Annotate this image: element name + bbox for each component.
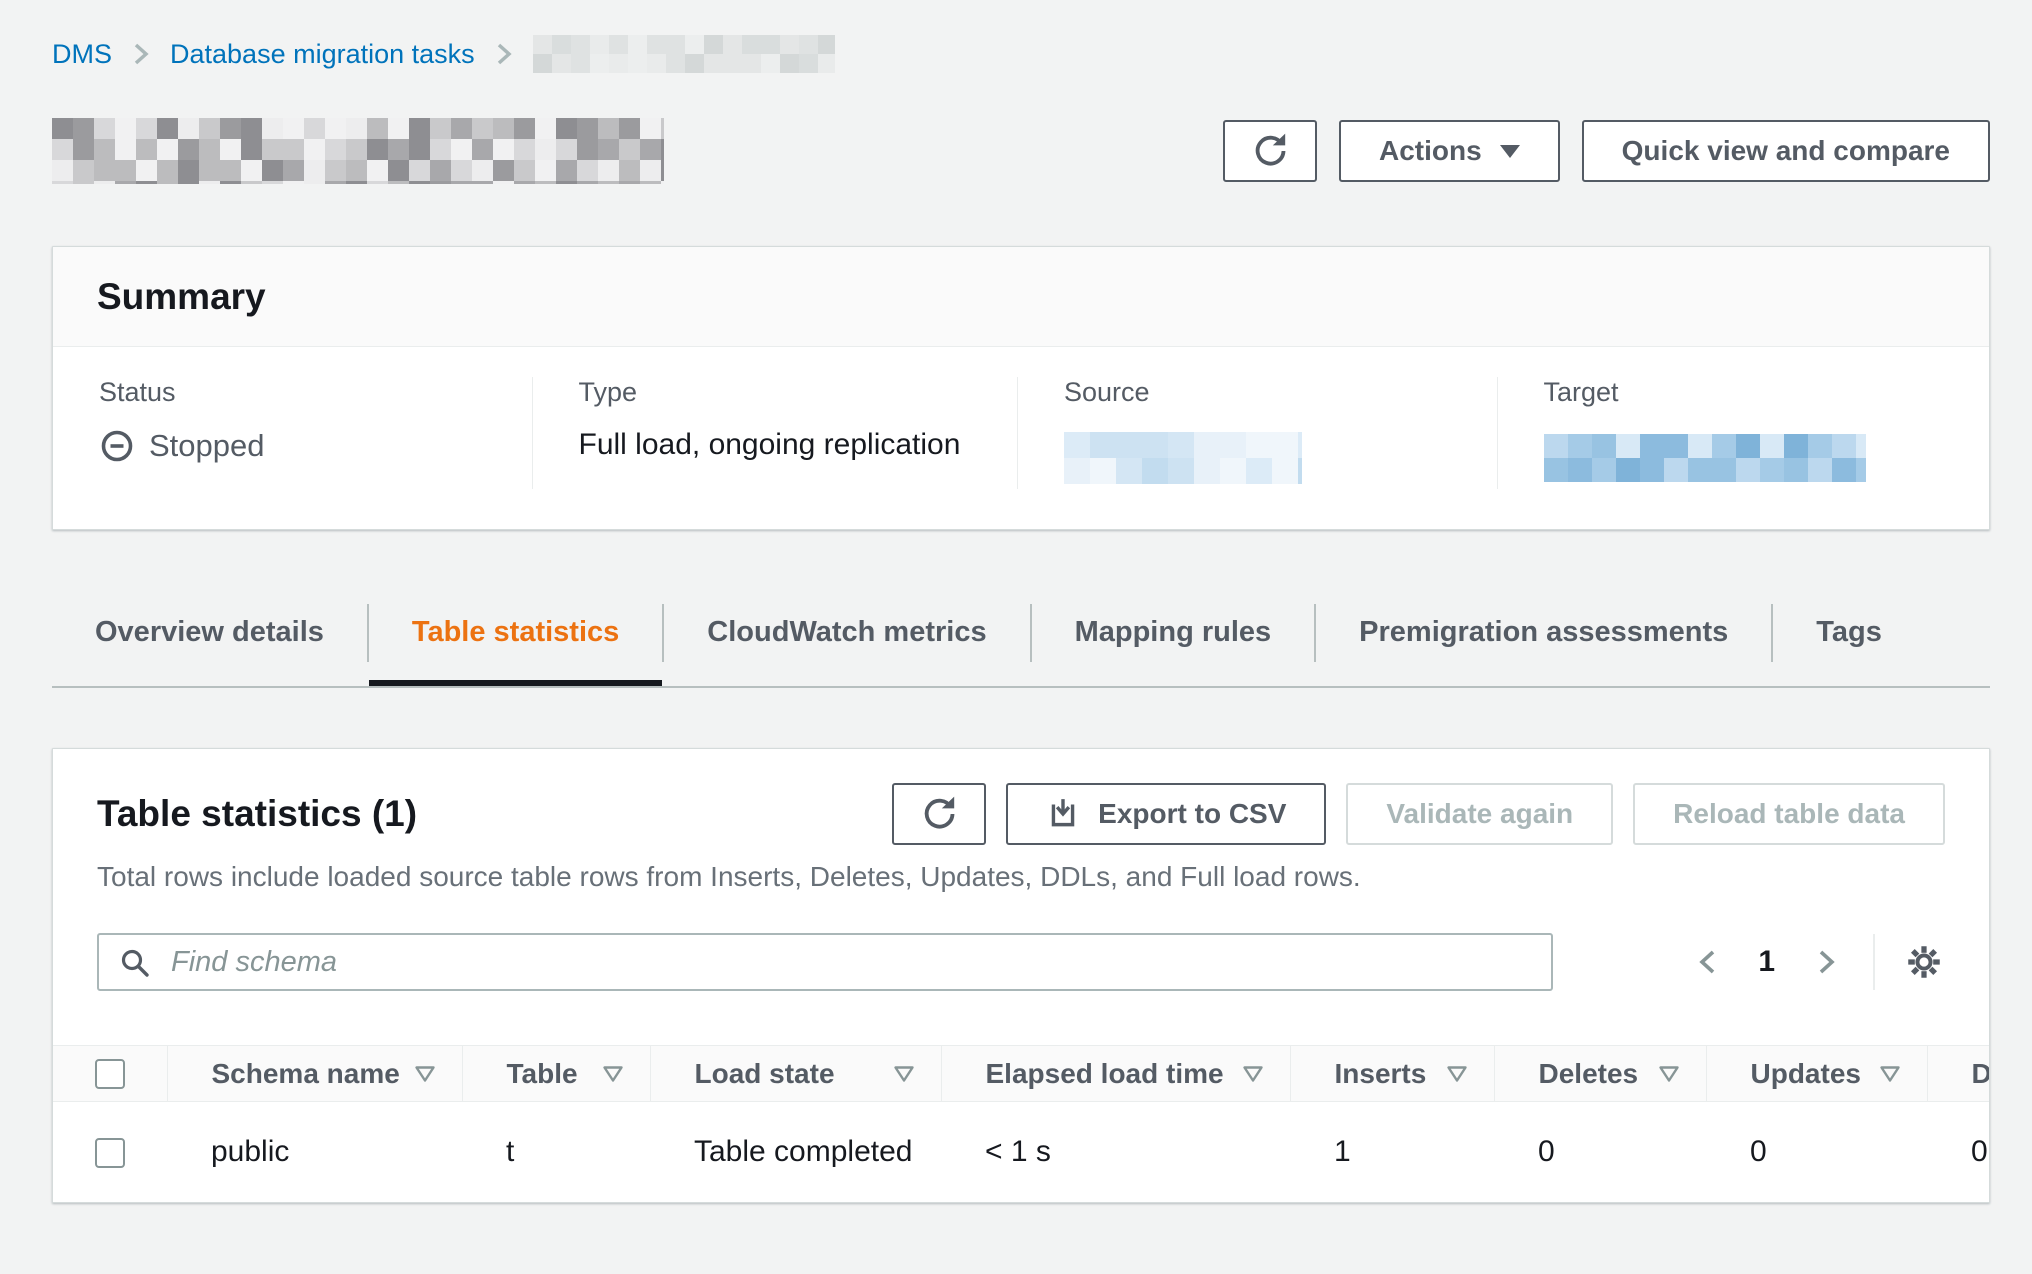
summary-body: Status Stopped Type Full load, ongoing r… bbox=[53, 347, 1989, 529]
tab-tags[interactable]: Tags bbox=[1773, 594, 1925, 686]
column-header-deletes: Deletes bbox=[1539, 1058, 1639, 1090]
row-checkbox[interactable] bbox=[95, 1138, 125, 1168]
search-row: 1 bbox=[53, 933, 1989, 991]
target-label: Target bbox=[1544, 377, 1959, 408]
table-header-row: Schema name Table Load state Elapsed loa… bbox=[53, 1046, 1989, 1102]
download-icon bbox=[1046, 797, 1080, 831]
summary-type-column: Type Full load, ongoing replication bbox=[532, 377, 1018, 489]
filter-icon[interactable] bbox=[1879, 1065, 1901, 1083]
stopped-status-icon bbox=[99, 428, 135, 464]
task-detail-tabs: Overview details Table statistics CloudW… bbox=[52, 594, 1990, 688]
type-value: Full load, ongoing replication bbox=[579, 428, 988, 462]
current-page-number[interactable]: 1 bbox=[1728, 945, 1805, 979]
gear-icon[interactable] bbox=[1903, 941, 1945, 983]
status-text: Stopped bbox=[149, 428, 265, 464]
cell-ddls: 0 bbox=[1927, 1102, 1989, 1202]
column-header-table: Table bbox=[507, 1058, 578, 1090]
breadcrumb-dms-link[interactable]: DMS bbox=[52, 39, 112, 70]
cell-load-state: Table completed bbox=[650, 1102, 941, 1202]
status-label: Status bbox=[99, 377, 502, 408]
reload-table-data-button[interactable]: Reload table data bbox=[1633, 783, 1945, 845]
table-refresh-button[interactable] bbox=[892, 783, 986, 845]
export-csv-button[interactable]: Export to CSV bbox=[1006, 783, 1326, 845]
refresh-icon bbox=[921, 796, 957, 832]
tab-premigration-assessments[interactable]: Premigration assessments bbox=[1316, 594, 1771, 686]
filter-icon[interactable] bbox=[1658, 1065, 1680, 1083]
chevron-right-icon bbox=[495, 40, 513, 68]
actions-button-label: Actions bbox=[1379, 135, 1482, 167]
pagination: 1 bbox=[1686, 934, 1945, 990]
select-all-checkbox[interactable] bbox=[95, 1059, 125, 1089]
table-statistics-card: Table statistics (1) Export to CSV Valid… bbox=[52, 748, 1990, 1203]
filter-icon[interactable] bbox=[1242, 1065, 1264, 1083]
validate-again-label: Validate again bbox=[1386, 798, 1573, 830]
filter-icon[interactable] bbox=[1446, 1065, 1468, 1083]
schema-search bbox=[97, 933, 1553, 991]
column-header-elapsed: Elapsed load time bbox=[986, 1058, 1224, 1090]
previous-page-icon[interactable] bbox=[1686, 946, 1728, 978]
type-label: Type bbox=[579, 377, 988, 408]
breadcrumb-tasks-link[interactable]: Database migration tasks bbox=[170, 39, 475, 70]
header-buttons: Actions Quick view and compare bbox=[1223, 120, 1990, 182]
find-schema-input[interactable] bbox=[97, 933, 1553, 991]
reload-table-data-label: Reload table data bbox=[1673, 798, 1905, 830]
summary-card-header: Summary bbox=[53, 247, 1989, 347]
tab-table-statistics[interactable]: Table statistics bbox=[369, 594, 662, 686]
quick-view-compare-label: Quick view and compare bbox=[1622, 135, 1950, 167]
task-name-redacted bbox=[52, 118, 664, 184]
caret-down-icon bbox=[1500, 145, 1520, 158]
actions-button[interactable]: Actions bbox=[1339, 120, 1560, 182]
page-header: Actions Quick view and compare bbox=[52, 118, 1990, 184]
next-page-icon[interactable] bbox=[1805, 946, 1847, 978]
filter-icon[interactable] bbox=[414, 1065, 436, 1083]
pagination-separator bbox=[1873, 934, 1875, 990]
summary-target-column: Target bbox=[1497, 377, 1989, 489]
table-statistics-header: Table statistics (1) Export to CSV Valid… bbox=[53, 749, 1989, 845]
cell-schema: public bbox=[167, 1102, 462, 1202]
summary-source-column: Source bbox=[1017, 377, 1497, 489]
breadcrumb: DMS Database migration tasks bbox=[52, 0, 1990, 72]
target-endpoint-redacted-link[interactable] bbox=[1544, 434, 1866, 482]
filter-icon[interactable] bbox=[602, 1065, 624, 1083]
cell-table: t bbox=[462, 1102, 650, 1202]
summary-title: Summary bbox=[97, 276, 266, 318]
refresh-icon bbox=[1252, 133, 1288, 169]
export-csv-label: Export to CSV bbox=[1098, 798, 1286, 830]
validate-again-button[interactable]: Validate again bbox=[1346, 783, 1613, 845]
column-header-inserts: Inserts bbox=[1335, 1058, 1427, 1090]
refresh-button[interactable] bbox=[1223, 120, 1317, 182]
table-statistics-title: Table statistics (1) bbox=[97, 793, 417, 835]
column-header-load-state: Load state bbox=[695, 1058, 835, 1090]
source-label: Source bbox=[1064, 377, 1467, 408]
table-statistics-table: Schema name Table Load state Elapsed loa… bbox=[53, 1045, 1989, 1202]
summary-status-column: Status Stopped bbox=[53, 377, 532, 489]
column-header-ddls: DDLs bbox=[1972, 1058, 1990, 1090]
cell-elapsed: < 1 s bbox=[941, 1102, 1290, 1202]
table-statistics-buttons: Export to CSV Validate again Reload tabl… bbox=[892, 783, 1945, 845]
status-value: Stopped bbox=[99, 428, 502, 464]
column-header-schema: Schema name bbox=[212, 1058, 400, 1090]
dms-task-page: DMS Database migration tasks Actions Qui… bbox=[0, 0, 2032, 1203]
tab-mapping-rules[interactable]: Mapping rules bbox=[1032, 594, 1315, 686]
table-row: public t Table completed < 1 s 1 0 0 0 bbox=[53, 1102, 1989, 1202]
column-header-updates: Updates bbox=[1751, 1058, 1861, 1090]
tab-overview-details[interactable]: Overview details bbox=[52, 594, 367, 686]
cell-updates: 0 bbox=[1706, 1102, 1927, 1202]
source-endpoint-redacted-link[interactable] bbox=[1064, 432, 1302, 484]
quick-view-compare-button[interactable]: Quick view and compare bbox=[1582, 120, 1990, 182]
cell-inserts: 1 bbox=[1290, 1102, 1494, 1202]
cell-deletes: 0 bbox=[1494, 1102, 1706, 1202]
filter-icon[interactable] bbox=[893, 1065, 915, 1083]
tab-cloudwatch-metrics[interactable]: CloudWatch metrics bbox=[664, 594, 1029, 686]
summary-card: Summary Status Stopped Type Full load, o… bbox=[52, 246, 1990, 530]
table-statistics-description: Total rows include loaded source table r… bbox=[53, 861, 1989, 893]
chevron-right-icon bbox=[132, 40, 150, 68]
breadcrumb-current-redacted bbox=[533, 35, 835, 73]
